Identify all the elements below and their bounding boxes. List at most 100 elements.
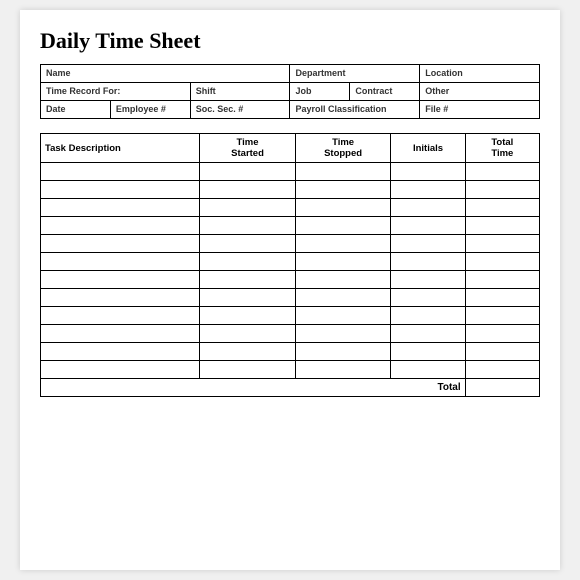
- department-label: Department: [290, 65, 420, 83]
- task-cell: [41, 289, 200, 307]
- task-cell: [295, 325, 391, 343]
- task-cell: [465, 271, 539, 289]
- job-label: Job: [290, 83, 350, 101]
- total-label: Total: [41, 379, 466, 397]
- task-cell: [41, 343, 200, 361]
- info-row-2: Time Record For: Shift Job Contract Othe…: [41, 83, 540, 101]
- task-cell: [200, 217, 296, 235]
- file-label: File #: [420, 101, 540, 119]
- task-cell: [295, 235, 391, 253]
- soc-sec-label: Soc. Sec. #: [190, 101, 290, 119]
- task-row: [41, 199, 540, 217]
- task-cell: [391, 181, 465, 199]
- task-row: [41, 235, 540, 253]
- task-cell: [391, 217, 465, 235]
- task-cell: [200, 181, 296, 199]
- task-cell: [295, 271, 391, 289]
- task-cell: [295, 181, 391, 199]
- task-cell: [200, 307, 296, 325]
- task-cell: [41, 307, 200, 325]
- task-cell: [200, 253, 296, 271]
- task-cell: [41, 235, 200, 253]
- col-total-time: TotalTime: [465, 134, 539, 163]
- time-record-label: Time Record For:: [41, 83, 191, 101]
- task-row: [41, 289, 540, 307]
- task-cell: [295, 307, 391, 325]
- task-cell: [41, 163, 200, 181]
- task-cell: [41, 199, 200, 217]
- task-cell: [391, 307, 465, 325]
- task-cell: [295, 289, 391, 307]
- task-cell: [295, 253, 391, 271]
- task-cell: [200, 163, 296, 181]
- task-cell: [41, 181, 200, 199]
- task-cell: [295, 163, 391, 181]
- task-cell: [41, 217, 200, 235]
- info-row-3: Date Employee # Soc. Sec. # Payroll Clas…: [41, 101, 540, 119]
- task-row: [41, 325, 540, 343]
- task-cell: [465, 361, 539, 379]
- task-cell: [465, 325, 539, 343]
- task-cell: [200, 199, 296, 217]
- task-cell: [200, 343, 296, 361]
- task-row: [41, 361, 540, 379]
- task-row: [41, 271, 540, 289]
- total-value: [465, 379, 539, 397]
- col-time-stopped: TimeStopped: [295, 134, 391, 163]
- task-cell: [41, 361, 200, 379]
- task-cell: [295, 343, 391, 361]
- task-row: [41, 181, 540, 199]
- page: Daily Time Sheet Name Department Locatio…: [20, 10, 560, 570]
- task-row: [41, 343, 540, 361]
- contract-label: Contract: [350, 83, 420, 101]
- payroll-label: Payroll Classification: [290, 101, 420, 119]
- task-cell: [391, 163, 465, 181]
- task-cell: [41, 325, 200, 343]
- other-label: Other: [420, 83, 540, 101]
- col-time-started: TimeStarted: [200, 134, 296, 163]
- task-cell: [391, 325, 465, 343]
- shift-label: Shift: [190, 83, 290, 101]
- info-row-1: Name Department Location: [41, 65, 540, 83]
- date-label: Date: [41, 101, 111, 119]
- task-cell: [391, 271, 465, 289]
- task-cell: [465, 199, 539, 217]
- location-label: Location: [420, 65, 540, 83]
- info-table: Name Department Location Time Record For…: [40, 64, 540, 119]
- task-table: Task Description TimeStarted TimeStopped…: [40, 133, 540, 397]
- total-row: Total: [41, 379, 540, 397]
- task-cell: [391, 235, 465, 253]
- task-cell: [295, 199, 391, 217]
- col-task-desc: Task Description: [41, 134, 200, 163]
- task-cell: [465, 163, 539, 181]
- task-row: [41, 307, 540, 325]
- task-cell: [391, 361, 465, 379]
- task-cell: [200, 271, 296, 289]
- task-cell: [465, 253, 539, 271]
- task-cell: [295, 217, 391, 235]
- task-row: [41, 253, 540, 271]
- task-cell: [465, 235, 539, 253]
- task-cell: [200, 361, 296, 379]
- task-cell: [465, 217, 539, 235]
- task-row: [41, 163, 540, 181]
- task-cell: [465, 289, 539, 307]
- employee-label: Employee #: [110, 101, 190, 119]
- name-label: Name: [41, 65, 290, 83]
- page-title: Daily Time Sheet: [40, 28, 540, 54]
- task-cell: [391, 253, 465, 271]
- task-cell: [391, 343, 465, 361]
- task-row: [41, 217, 540, 235]
- task-cell: [41, 271, 200, 289]
- task-cell: [391, 289, 465, 307]
- task-cell: [465, 181, 539, 199]
- task-cell: [200, 325, 296, 343]
- col-initials: Initials: [391, 134, 465, 163]
- task-cell: [200, 289, 296, 307]
- task-cell: [295, 361, 391, 379]
- task-header-row: Task Description TimeStarted TimeStopped…: [41, 134, 540, 163]
- task-cell: [465, 307, 539, 325]
- task-cell: [465, 343, 539, 361]
- task-cell: [41, 253, 200, 271]
- task-cell: [391, 199, 465, 217]
